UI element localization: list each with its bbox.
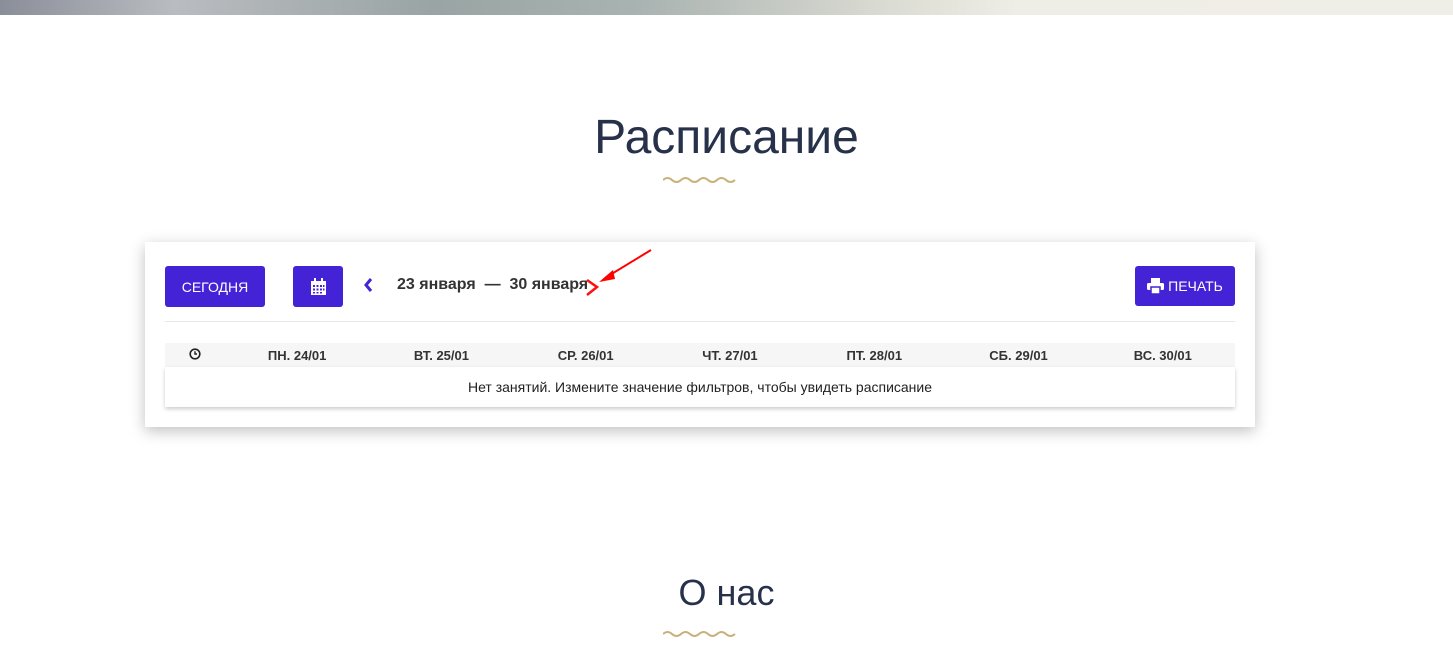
wave-divider: [663, 631, 736, 637]
day-header: ПН. 24/01: [267, 347, 327, 363]
printer-icon: [1147, 278, 1165, 294]
clock-icon: [165, 347, 225, 363]
print-label: ПЕЧАТЬ: [1168, 278, 1223, 294]
day-header: ВТ. 25/01: [413, 347, 469, 363]
day-header: ВС. 30/01: [1133, 347, 1192, 363]
range-dash: —: [484, 276, 501, 293]
day-header: СР. 26/01: [557, 347, 614, 363]
empty-message: Нет занятий. Измените значение фильтров,…: [165, 367, 1235, 407]
schedule-title: Расписание: [594, 111, 859, 164]
week-header: ПН. 24/01 ВТ. 25/01 СР. 26/01 ЧТ. 27/01 …: [165, 343, 1235, 367]
date-range: 23 января — 30 января: [397, 276, 588, 294]
chevron-left-icon: [364, 278, 373, 292]
schedule-widget: СЕГОДНЯ 23 января — 30 января ПЕЧАТЬ ПН.…: [145, 242, 1255, 427]
calendar-button[interactable]: [293, 266, 343, 307]
day-header: СБ. 29/01: [989, 347, 1048, 363]
day-header: ПТ. 28/01: [846, 347, 903, 363]
annotation-arrow-icon: [599, 249, 652, 282]
hero-image: [0, 0, 1453, 15]
range-start: 23 января: [397, 276, 476, 293]
day-header: ЧТ. 27/01: [702, 347, 758, 363]
about-title: О нас: [678, 572, 775, 613]
range-end: 30 января: [509, 276, 589, 293]
today-button[interactable]: СЕГОДНЯ: [165, 266, 265, 307]
divider: [165, 321, 1235, 322]
print-button[interactable]: ПЕЧАТЬ: [1135, 266, 1235, 306]
prev-week-button[interactable]: [363, 276, 373, 299]
calendar-icon: [310, 277, 326, 295]
wave-divider: [663, 177, 736, 183]
